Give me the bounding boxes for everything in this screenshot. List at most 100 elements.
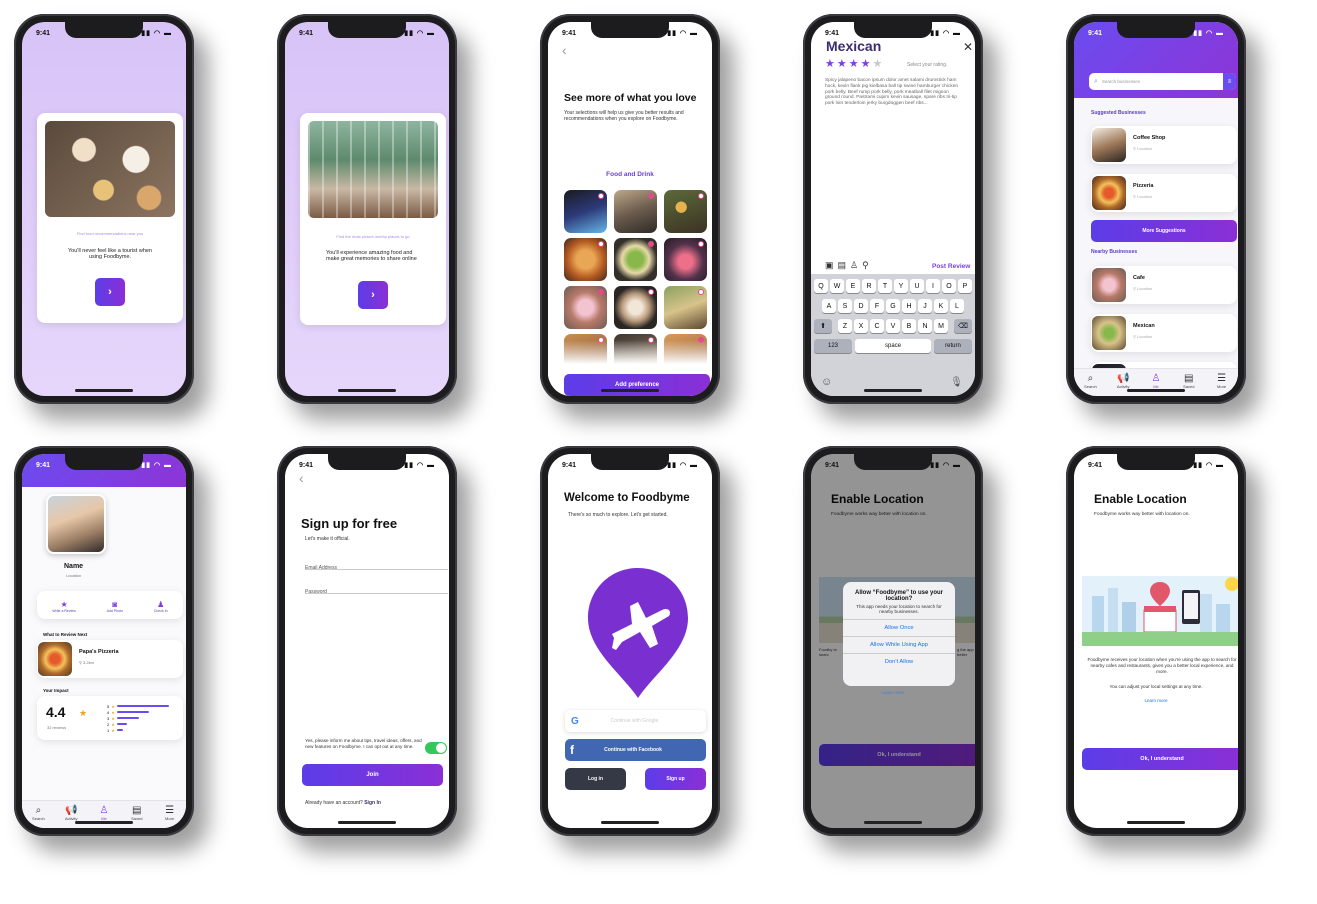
food-tile[interactable]: [564, 238, 607, 281]
tab-saved[interactable]: ▤ Saved: [126, 806, 148, 822]
more-suggestions-button[interactable]: More Suggestions: [1091, 220, 1237, 242]
check-in-button[interactable]: ♟ Check In: [154, 600, 168, 613]
key-l[interactable]: L: [950, 299, 964, 313]
key-j[interactable]: J: [918, 299, 932, 313]
search-input[interactable]: Search businesses: [1102, 79, 1140, 84]
key-v[interactable]: V: [886, 319, 900, 333]
person-icon[interactable]: ♙: [850, 260, 858, 271]
facebook-button[interactable]: f Continue with Facebook: [565, 739, 706, 761]
tab-me[interactable]: ♙ Me: [1145, 374, 1167, 390]
learn-more-link[interactable]: Learn more: [1074, 698, 1238, 703]
key-x[interactable]: X: [854, 319, 868, 333]
email-field[interactable]: Email Address: [305, 556, 448, 571]
login-button[interactable]: Log in: [565, 768, 626, 790]
filter-button[interactable]: ≡: [1223, 73, 1236, 90]
allow-while-using-option[interactable]: Allow While Using App: [843, 636, 955, 653]
key-u[interactable]: U: [910, 279, 924, 293]
tab-more[interactable]: ☰ More: [1211, 374, 1233, 390]
heart-icon[interactable]: [598, 289, 604, 295]
food-tile[interactable]: [614, 190, 657, 233]
key-g[interactable]: G: [886, 299, 900, 313]
key-n[interactable]: N: [918, 319, 932, 333]
key-t[interactable]: T: [878, 279, 892, 293]
close-icon[interactable]: ✕: [963, 40, 973, 54]
heart-icon[interactable]: [648, 193, 654, 199]
star-icon[interactable]: ★★★★: [825, 58, 872, 70]
image-icon[interactable]: ▣: [825, 260, 834, 271]
key-r[interactable]: R: [862, 279, 876, 293]
next-button[interactable]: ›: [358, 281, 388, 309]
business-card[interactable]: Cafe ⚲ Location: [1091, 266, 1237, 304]
microphone-icon[interactable]: 🎙: [950, 377, 963, 388]
key-y[interactable]: Y: [894, 279, 908, 293]
heart-icon[interactable]: [598, 193, 604, 199]
pin-icon[interactable]: ⚲: [862, 260, 869, 271]
add-preference-button[interactable]: Add preference: [564, 374, 710, 396]
food-tile[interactable]: [614, 286, 657, 329]
heart-icon[interactable]: [648, 289, 654, 295]
delete-key[interactable]: ⌫: [954, 319, 972, 333]
return-key[interactable]: return: [934, 339, 972, 353]
key-a[interactable]: A: [822, 299, 836, 313]
join-button[interactable]: Join: [302, 764, 443, 786]
post-review-button[interactable]: Post Review: [932, 263, 970, 270]
calendar-icon[interactable]: ▤: [838, 260, 847, 271]
back-icon[interactable]: ‹: [562, 42, 567, 58]
key-d[interactable]: D: [854, 299, 868, 313]
back-icon[interactable]: ‹: [299, 470, 304, 486]
food-tile[interactable]: [664, 190, 707, 233]
food-tile[interactable]: [564, 190, 607, 233]
google-button[interactable]: G Continue with Google: [565, 710, 706, 732]
key-i[interactable]: I: [926, 279, 940, 293]
key-b[interactable]: B: [902, 319, 916, 333]
tab-saved[interactable]: ▤ Saved: [1178, 374, 1200, 390]
tab-search[interactable]: ⌕ Search: [27, 806, 49, 822]
tab-search[interactable]: ⌕ Search: [1079, 374, 1101, 390]
key-z[interactable]: Z: [838, 319, 852, 333]
emoji-icon[interactable]: ☺: [821, 376, 832, 388]
next-review-card[interactable]: Papa's Pizzeria ⚲ 3.2km: [37, 640, 183, 678]
key-s[interactable]: S: [838, 299, 852, 313]
optin-toggle[interactable]: [425, 742, 447, 754]
heart-icon[interactable]: [698, 241, 704, 247]
avatar[interactable]: [46, 494, 106, 554]
key-f[interactable]: F: [870, 299, 884, 313]
heart-icon[interactable]: [698, 193, 704, 199]
numbers-key[interactable]: 123: [814, 339, 852, 353]
review-textarea[interactable]: Spicy jalapeno bacon ipsum dolor amet sa…: [825, 78, 965, 107]
key-c[interactable]: C: [870, 319, 884, 333]
food-tile[interactable]: [564, 286, 607, 329]
allow-once-option[interactable]: Allow Once: [843, 619, 955, 636]
key-m[interactable]: M: [934, 319, 948, 333]
star-rating[interactable]: ★★★★★: [825, 57, 884, 70]
food-tile[interactable]: [664, 238, 707, 281]
learn-more-link[interactable]: Learn more: [811, 690, 975, 695]
key-w[interactable]: W: [830, 279, 844, 293]
key-k[interactable]: K: [934, 299, 948, 313]
key-h[interactable]: H: [902, 299, 916, 313]
star-empty-icon[interactable]: ★: [872, 58, 884, 70]
tab-activity[interactable]: 📢 Activity: [1112, 374, 1134, 390]
key-o[interactable]: O: [942, 279, 956, 293]
shift-key[interactable]: ⬆: [814, 319, 832, 333]
business-card[interactable]: Mexican ⚲ Location: [1091, 314, 1237, 352]
key-q[interactable]: Q: [814, 279, 828, 293]
dont-allow-option[interactable]: Don't Allow: [843, 653, 955, 670]
search-bar[interactable]: ⌕ Search businesses ≡: [1089, 73, 1236, 90]
heart-icon[interactable]: [598, 241, 604, 247]
food-tile[interactable]: [614, 238, 657, 281]
tab-more[interactable]: ☰ More: [159, 806, 181, 822]
key-p[interactable]: P: [958, 279, 972, 293]
food-tile[interactable]: [664, 286, 707, 329]
next-button[interactable]: ›: [95, 278, 125, 306]
ok-button[interactable]: Ok, I understand: [1082, 748, 1238, 770]
business-card[interactable]: Pizzeria ⚲ Location: [1091, 174, 1237, 212]
signin-link[interactable]: Sign In: [364, 800, 381, 806]
signup-button[interactable]: Sign up: [645, 768, 706, 790]
heart-icon[interactable]: [648, 241, 654, 247]
write-review-button[interactable]: ★ Write a Review: [52, 600, 75, 613]
tab-activity[interactable]: 📢 Activity: [60, 806, 82, 822]
key-e[interactable]: E: [846, 279, 860, 293]
add-photo-button[interactable]: ◙ Add Photo: [107, 600, 123, 613]
heart-icon[interactable]: [698, 289, 704, 295]
